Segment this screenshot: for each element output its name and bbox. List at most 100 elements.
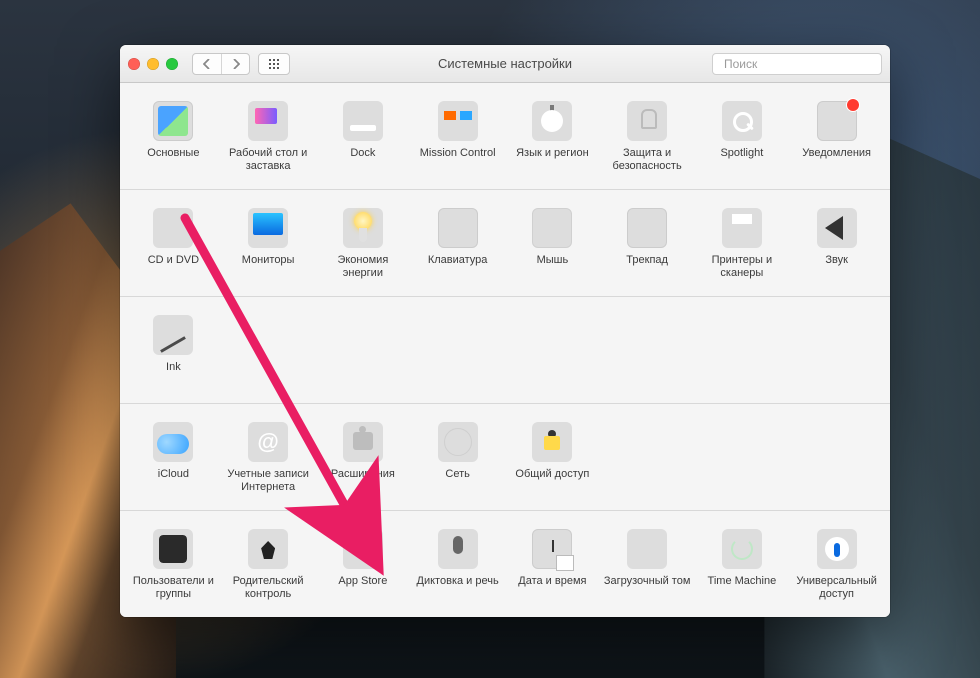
- sharing-icon: [532, 422, 572, 462]
- minimize-button[interactable]: [147, 58, 159, 70]
- pref-label: Учетные записи Интернета: [223, 468, 314, 494]
- pref-icloud[interactable]: iCloud: [126, 418, 221, 498]
- dictation-icon: [438, 529, 478, 569]
- printers-icon: [722, 208, 762, 248]
- pref-sharing[interactable]: Общий доступ: [505, 418, 600, 498]
- pref-appstore[interactable]: App Store: [316, 525, 411, 605]
- users-icon: [153, 529, 193, 569]
- pref-label: Мышь: [537, 254, 569, 280]
- displays-icon: [248, 208, 288, 248]
- pref-label: iCloud: [158, 468, 189, 494]
- pref-section: CD и DVD МониторыЭкономия энергии Клавиату…: [120, 190, 890, 297]
- window-controls: [128, 58, 178, 70]
- pref-trackpad[interactable]: Трекпад: [600, 204, 695, 284]
- pref-label: Клавиатура: [428, 254, 488, 280]
- pref-label: Уведомления: [802, 147, 871, 173]
- pref-displays[interactable]: Мониторы: [221, 204, 316, 284]
- pref-accessibility[interactable]: Универсальный доступ: [789, 525, 884, 605]
- forward-button[interactable]: [221, 54, 249, 74]
- pref-label: Универсальный доступ: [791, 575, 882, 601]
- pref-cddvd[interactable]: CD и DVD: [126, 204, 221, 284]
- pref-label: Mission Control: [420, 147, 496, 173]
- datetime-icon: [532, 529, 572, 569]
- pref-label: Экономия энергии: [318, 254, 409, 280]
- pref-label: Диктовка и речь: [417, 575, 499, 601]
- network-icon: [438, 422, 478, 462]
- keyboard-icon: [438, 208, 478, 248]
- pref-label: Язык и регион: [516, 147, 589, 173]
- system-preferences-window: Системные настройки Основные Рабочий стол…: [120, 45, 890, 617]
- dock-icon: [343, 101, 383, 141]
- pref-mission[interactable]: Mission Control: [410, 97, 505, 177]
- pref-keyboard[interactable]: Клавиатура: [410, 204, 505, 284]
- grid-icon: [268, 58, 280, 70]
- security-icon: [627, 101, 667, 141]
- pref-section: iCloud Учетные записи Интернета Расширения…: [120, 404, 890, 511]
- nav-buttons: [192, 53, 250, 75]
- pref-label: CD и DVD: [148, 254, 199, 280]
- pref-desktop[interactable]: Рабочий стол и заставка: [221, 97, 316, 177]
- pref-language[interactable]: Язык и регион: [505, 97, 600, 177]
- pref-label: App Store: [338, 575, 387, 601]
- pref-startup[interactable]: Загрузочный том: [600, 525, 695, 605]
- trackpad-icon: [627, 208, 667, 248]
- pref-mouse[interactable]: Мышь: [505, 204, 600, 284]
- search-field[interactable]: [712, 53, 882, 75]
- search-input[interactable]: [724, 57, 879, 71]
- show-all-button[interactable]: [258, 53, 290, 75]
- pref-network[interactable]: Сеть: [410, 418, 505, 498]
- pref-extensions[interactable]: Расширения: [316, 418, 411, 498]
- pref-label: Трекпад: [626, 254, 668, 280]
- pref-label: Общий доступ: [515, 468, 589, 494]
- pref-section: Ink: [120, 297, 890, 404]
- mission-icon: [438, 101, 478, 141]
- icloud-icon: [153, 422, 193, 462]
- pref-parental[interactable]: Родительский контроль: [221, 525, 316, 605]
- pref-spotlight[interactable]: Spotlight: [695, 97, 790, 177]
- sound-icon: [817, 208, 857, 248]
- pref-notifications[interactable]: Уведомления: [789, 97, 884, 177]
- accessibility-icon: [817, 529, 857, 569]
- pref-label: Расширения: [331, 468, 395, 494]
- pref-label: Родительский контроль: [223, 575, 314, 601]
- notifications-icon: [817, 101, 857, 141]
- ink-icon: [153, 315, 193, 355]
- pref-dictation[interactable]: Диктовка и речь: [410, 525, 505, 605]
- pref-timemachine[interactable]: Time Machine: [695, 525, 790, 605]
- pref-label: Защита и безопасность: [602, 147, 693, 173]
- pref-label: Пользователи и группы: [128, 575, 219, 601]
- pref-label: Dock: [350, 147, 375, 173]
- pref-printers[interactable]: Принтеры и сканеры: [695, 204, 790, 284]
- pref-dock[interactable]: Dock: [316, 97, 411, 177]
- pref-energy[interactable]: Экономия энергии: [316, 204, 411, 284]
- back-button[interactable]: [193, 54, 221, 74]
- language-icon: [532, 101, 572, 141]
- internet-icon: [248, 422, 288, 462]
- pref-label: Сеть: [445, 468, 469, 494]
- pref-label: Рабочий стол и заставка: [223, 147, 314, 173]
- preferences-panel: Основные Рабочий стол и заставка Dock Missi…: [120, 83, 890, 617]
- pref-security[interactable]: Защита и безопасность: [600, 97, 695, 177]
- pref-label: Основные: [147, 147, 199, 173]
- startup-icon: [627, 529, 667, 569]
- mouse-icon: [532, 208, 572, 248]
- desktop-icon: [248, 101, 288, 141]
- pref-label: Дата и время: [518, 575, 586, 601]
- pref-section: Пользователи и группыРодительский контро…: [120, 511, 890, 617]
- close-button[interactable]: [128, 58, 140, 70]
- cddvd-icon: [153, 208, 193, 248]
- pref-label: Принтеры и сканеры: [697, 254, 788, 280]
- pref-internet[interactable]: Учетные записи Интернета: [221, 418, 316, 498]
- pref-general[interactable]: Основные: [126, 97, 221, 177]
- pref-datetime[interactable]: Дата и время: [505, 525, 600, 605]
- titlebar: Системные настройки: [120, 45, 890, 83]
- zoom-button[interactable]: [166, 58, 178, 70]
- pref-sound[interactable]: Звук: [789, 204, 884, 284]
- pref-ink[interactable]: Ink: [126, 311, 221, 391]
- appstore-icon: [343, 529, 383, 569]
- pref-label: Загрузочный том: [604, 575, 691, 601]
- general-icon: [153, 101, 193, 141]
- pref-users[interactable]: Пользователи и группы: [126, 525, 221, 605]
- extensions-icon: [343, 422, 383, 462]
- timemachine-icon: [722, 529, 762, 569]
